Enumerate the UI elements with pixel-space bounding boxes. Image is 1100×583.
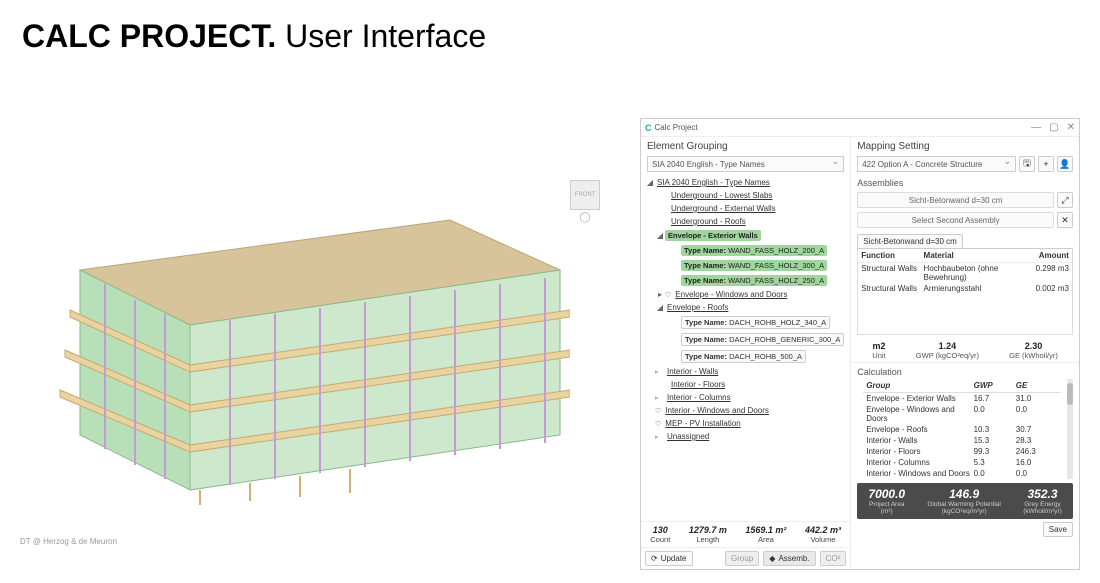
- broken-link-icon: ♡: [665, 291, 671, 299]
- assembly-1-select[interactable]: Sicht-Betonwand d=30 cm: [857, 192, 1054, 208]
- broken-link-icon: ♡: [655, 407, 661, 415]
- table-row[interactable]: Interior - Windows and Doors0.00.0: [863, 468, 1061, 479]
- tree-root[interactable]: SIA 2040 English - Type Names: [655, 177, 772, 188]
- tree-leaf[interactable]: Type Name: DACH_ROHB_500_A: [681, 350, 806, 363]
- tree-toggle[interactable]: ◢: [655, 231, 665, 240]
- tree-node-envelope-roofs[interactable]: Envelope - Roofs: [665, 302, 730, 313]
- model-3d-viewport[interactable]: FRONT ◯: [10, 120, 620, 550]
- refresh-icon: ⟳: [651, 554, 658, 563]
- calculation-header: Calculation: [851, 363, 1079, 379]
- table-row[interactable]: Envelope - Roofs10.330.7: [863, 424, 1061, 435]
- footer-credit: DT @ Herzog & de Meuron: [20, 537, 117, 546]
- building-model[interactable]: [50, 210, 570, 510]
- save-mapping-button[interactable]: 🖫: [1019, 156, 1035, 172]
- assembly-tab[interactable]: Sicht-Betonwand d=30 cm: [857, 234, 963, 248]
- selection-stats: 130Count 1279.7 mLength 1569.1 m²Area 44…: [641, 521, 850, 547]
- project-totals-bar: 7000.0Project Area(m²) 146.9Global Warmi…: [857, 483, 1073, 519]
- tree-node-underground-roofs[interactable]: Underground - Roofs: [669, 216, 748, 227]
- calculation-table: GroupGWPGE Envelope - Exterior Walls16.7…: [863, 379, 1061, 479]
- table-row[interactable]: Envelope - Windows and Doors0.00.0: [863, 404, 1061, 424]
- assembly-2-select[interactable]: Select Second Assembly: [857, 212, 1054, 228]
- table-row[interactable]: Envelope - Exterior Walls16.731.0: [863, 393, 1061, 404]
- table-row[interactable]: Interior - Floors99.3246.3: [863, 446, 1061, 457]
- save-button[interactable]: Save: [1043, 522, 1073, 537]
- element-grouping-header: Element Grouping: [641, 137, 850, 154]
- window-titlebar[interactable]: C Calc Project — ▢ ✕: [641, 119, 1079, 137]
- tree-node-envelope-windows[interactable]: Envelope - Windows and Doors: [673, 289, 789, 300]
- tag-icon: ◆: [769, 554, 775, 563]
- tree-node-interior-walls[interactable]: Interior - Walls: [665, 366, 720, 377]
- grouping-scheme-dropdown[interactable]: SIA 2040 English - Type Names: [647, 156, 844, 172]
- slide-title: CALC PROJECT. User Interface: [22, 18, 486, 55]
- assembly-layers-table: FunctionMaterialAmount Structural WallsH…: [857, 248, 1073, 335]
- tree-toggle[interactable]: ◢: [645, 178, 655, 187]
- tree-node-envelope-exterior-walls[interactable]: Envelope - Exterior Walls: [665, 230, 761, 241]
- tree-toggle[interactable]: ▸: [655, 394, 665, 402]
- viewcube-face[interactable]: FRONT: [570, 180, 600, 210]
- tree-toggle[interactable]: ◢: [655, 303, 665, 312]
- calc-project-window: C Calc Project — ▢ ✕ Element Grouping SI…: [640, 118, 1080, 570]
- user-button[interactable]: 👤: [1057, 156, 1073, 172]
- element-tree[interactable]: ◢SIA 2040 English - Type Names Undergrou…: [641, 174, 850, 521]
- element-grouping-panel: Element Grouping SIA 2040 English - Type…: [641, 137, 851, 569]
- assembly-clear-button[interactable]: ✕: [1057, 212, 1073, 228]
- update-button[interactable]: ⟳Update: [645, 551, 693, 566]
- assembly-metrics: m2Unit 1.24GWP (kgCO²eq/yr) 2.30GE (kWho…: [851, 335, 1079, 363]
- window-close-button[interactable]: ✕: [1067, 122, 1075, 133]
- app-logo-icon: C: [645, 123, 652, 133]
- mode-group-button[interactable]: Group: [725, 551, 759, 566]
- window-minimize-button[interactable]: —: [1031, 122, 1041, 133]
- tree-toggle[interactable]: ▸: [655, 290, 665, 299]
- mapping-panel: Mapping Setting 422 Option A - Concrete …: [851, 137, 1079, 569]
- table-row[interactable]: Structural WallsHochbaubeton (ohne Beweh…: [858, 263, 1072, 283]
- tree-node-interior-columns[interactable]: Interior - Columns: [665, 392, 733, 403]
- add-mapping-button[interactable]: +: [1038, 156, 1054, 172]
- tree-leaf[interactable]: Type Name: DACH_ROHB_HOLZ_340_A: [681, 316, 830, 329]
- table-row[interactable]: Interior - Walls15.328.3: [863, 435, 1061, 446]
- broken-link-icon: ♡: [655, 420, 661, 428]
- left-action-bar: ⟳Update Group ◆Assemb. CO²: [641, 547, 850, 569]
- tree-node-interior-floors[interactable]: Interior - Floors: [669, 379, 727, 390]
- mapping-dropdown[interactable]: 422 Option A - Concrete Structure: [857, 156, 1016, 172]
- tree-node-underground-slabs[interactable]: Underground - Lowest Slabs: [669, 190, 774, 201]
- tree-node-underground-ext-walls[interactable]: Underground - External Walls: [669, 203, 778, 214]
- tree-toggle[interactable]: ▸: [655, 368, 665, 376]
- tree-node-unassigned[interactable]: Unassigned: [665, 431, 711, 442]
- tree-leaf[interactable]: Type Name: WAND_FASS_HOLZ_300_A: [681, 260, 827, 271]
- window-title: Calc Project: [655, 123, 1032, 132]
- tree-node-mep-pv[interactable]: MEP - PV Installation: [663, 418, 742, 429]
- tree-leaf[interactable]: Type Name: DACH_ROHB_GENERIC_300_A: [681, 333, 844, 346]
- tree-leaf[interactable]: Type Name: WAND_FASS_HOLZ_250_A: [681, 275, 827, 286]
- calc-scrollbar[interactable]: [1067, 379, 1073, 479]
- tree-leaf[interactable]: Type Name: WAND_FASS_HOLZ_200_A: [681, 245, 827, 256]
- tree-node-interior-windows[interactable]: Interior - Windows and Doors: [663, 405, 771, 416]
- window-maximize-button[interactable]: ▢: [1049, 122, 1058, 133]
- viewcube[interactable]: FRONT ◯: [570, 180, 600, 223]
- tree-toggle[interactable]: ▸: [655, 433, 665, 441]
- table-row[interactable]: Interior - Columns5.316.0: [863, 457, 1061, 468]
- mode-co2-button[interactable]: CO²: [820, 551, 847, 566]
- table-row[interactable]: Structural WallsArmierungsstahl0.002 m3: [858, 283, 1072, 294]
- mode-assemb-button[interactable]: ◆Assemb.: [763, 551, 815, 566]
- viewcube-compass-icon[interactable]: ◯: [570, 212, 600, 223]
- assemblies-header: Assemblies: [851, 174, 1079, 190]
- mapping-setting-header: Mapping Setting: [851, 137, 1079, 154]
- assembly-expand-button[interactable]: ⤢: [1057, 192, 1073, 208]
